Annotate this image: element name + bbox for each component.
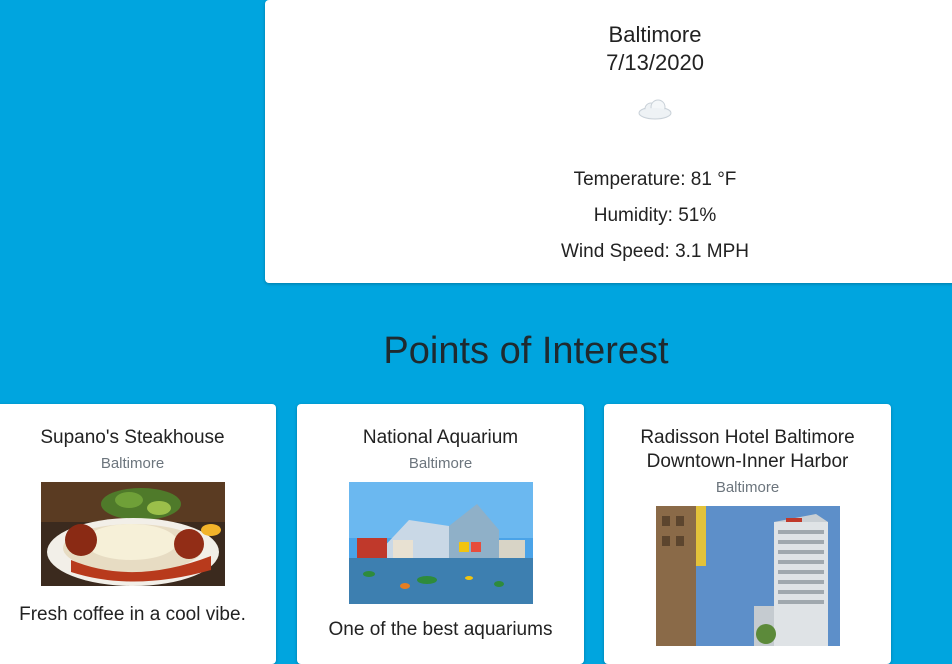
food-photo: [40, 482, 225, 586]
poi-card-aquarium[interactable]: National Aquarium Baltimore One of the b…: [297, 404, 584, 664]
section-title: Points of Interest: [383, 330, 669, 372]
poi-card-steakhouse[interactable]: Supano's Steakhouse Baltimore Fresh coff…: [0, 404, 276, 664]
hotel-photo: [655, 506, 840, 646]
weather-city: Baltimore: [608, 22, 702, 47]
poi-name-line-1: Radisson Hotel Baltimore: [640, 427, 855, 448]
temperature-text: Temperature: 81 °F: [573, 169, 737, 190]
poi-card-hotel[interactable]: Radisson Hotel Baltimore Downtown-Inner …: [604, 404, 891, 664]
poi-name: National Aquarium: [362, 427, 519, 448]
poi-city: Baltimore: [100, 455, 165, 472]
weather-date: 7/13/2020: [606, 50, 704, 75]
weather-card: Baltimore 7/13/2020 Temperature: 81 °F H…: [265, 0, 952, 283]
wind-speed-text: Wind Speed: 3.1 MPH: [561, 241, 749, 262]
humidity-text: Humidity: 51%: [593, 205, 717, 226]
poi-city: Baltimore: [715, 479, 780, 496]
poi-name-line-2: Downtown-Inner Harbor: [646, 451, 849, 472]
poi-name: Supano's Steakhouse: [40, 427, 225, 448]
poi-description: Fresh coffee in a cool vibe.: [19, 604, 246, 625]
poi-city: Baltimore: [408, 455, 473, 472]
poi-description: One of the best aquariums: [328, 619, 553, 640]
poi-name: Radisson Hotel Baltimore Downtown-Inner …: [604, 426, 891, 474]
aquarium-photo: [348, 482, 533, 604]
cloud-icon: [638, 99, 672, 120]
